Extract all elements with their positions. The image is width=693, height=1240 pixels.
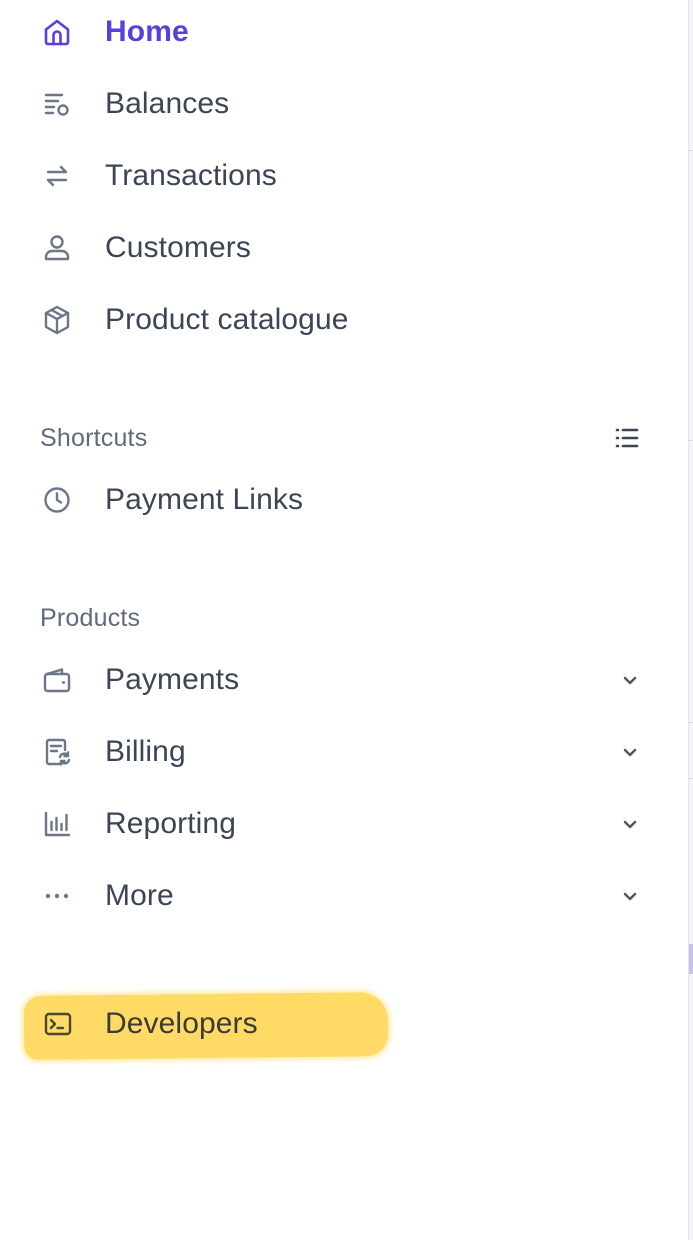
sidebar-item-label: Reporting — [105, 807, 236, 840]
sidebar-item-developers[interactable]: Developers — [40, 996, 650, 1052]
user-icon — [40, 228, 88, 268]
chevron-down-icon[interactable] — [618, 740, 642, 764]
sidebar-item-payments[interactable]: Payments — [40, 652, 650, 708]
sidebar-item-more[interactable]: More — [40, 868, 650, 924]
sidebar-item-label: Billing — [105, 735, 186, 768]
box-icon — [40, 300, 88, 340]
sidebar-screen: Home Balances Transactions Customers Pro… — [0, 0, 693, 1240]
chevron-down-icon[interactable] — [618, 812, 642, 836]
list-icon — [613, 424, 641, 452]
chevron-down-icon[interactable] — [618, 884, 642, 908]
sidebar-item-label: Developers — [105, 1007, 258, 1040]
sidebar-item-label: Balances — [105, 87, 230, 120]
sidebar-item-label: More — [105, 879, 174, 912]
manage-shortcuts-button[interactable] — [610, 421, 644, 455]
sidebar-item-reporting[interactable]: Reporting — [40, 796, 650, 852]
sidebar-item-transactions[interactable]: Transactions — [40, 148, 650, 204]
sidebar-item-label: Payments — [105, 663, 240, 696]
sidebar-item-customers[interactable]: Customers — [40, 220, 650, 276]
more-icon — [40, 876, 88, 916]
sidebar-item-product-catalogue[interactable]: Product catalogue — [40, 292, 650, 348]
balances-icon — [40, 84, 88, 124]
sidebar-item-home[interactable]: Home — [40, 4, 650, 60]
transactions-icon — [40, 156, 88, 196]
wallet-icon — [40, 660, 88, 700]
sidebar-item-label: Product catalogue — [105, 303, 349, 336]
sidebar-item-billing[interactable]: Billing — [40, 724, 650, 780]
main-content-edge — [688, 0, 693, 1240]
clock-icon — [40, 480, 88, 520]
shortcuts-section-title: Shortcuts — [40, 424, 148, 452]
products-section-title: Products — [40, 604, 141, 632]
bar-chart-icon — [40, 804, 88, 844]
sidebar-item-label: Home — [105, 15, 189, 48]
sidebar-item-balances[interactable]: Balances — [40, 76, 650, 132]
home-icon — [40, 12, 88, 52]
shortcut-item-payment-links[interactable]: Payment Links — [40, 472, 650, 528]
invoice-icon — [40, 732, 88, 772]
terminal-icon — [40, 1004, 88, 1044]
sidebar-item-label: Transactions — [105, 159, 277, 192]
sidebar-item-label: Customers — [105, 231, 251, 264]
chevron-down-icon[interactable] — [618, 668, 642, 692]
sidebar-item-label: Payment Links — [105, 483, 304, 516]
